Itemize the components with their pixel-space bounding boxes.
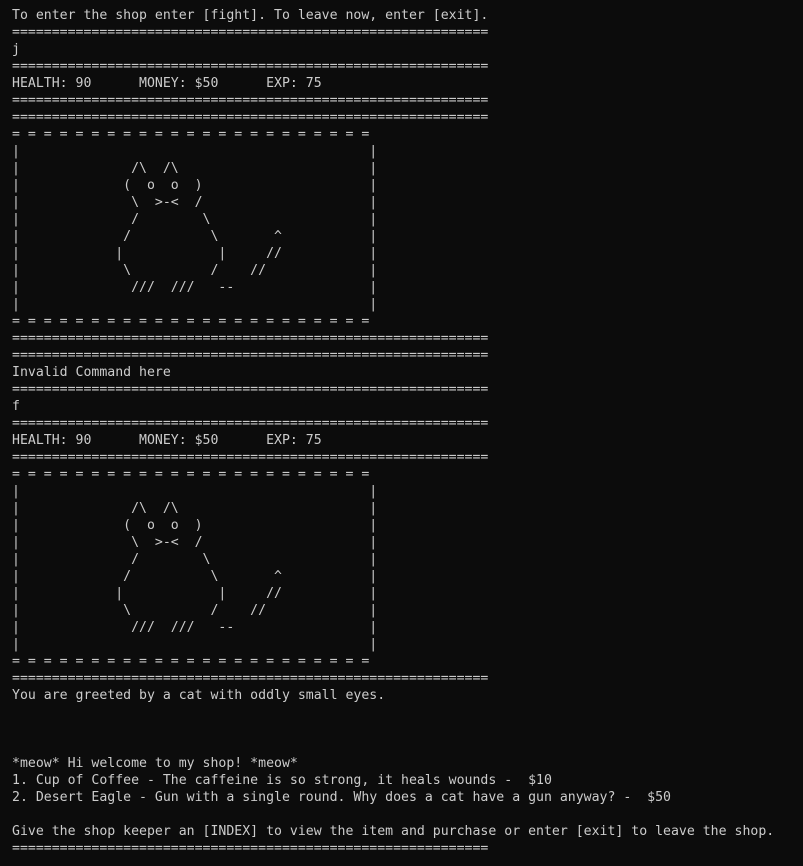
user-input-line: j bbox=[12, 42, 20, 57]
divider: ========================================… bbox=[12, 331, 489, 346]
divider: ========================================… bbox=[12, 93, 489, 108]
divider: ========================================… bbox=[12, 59, 489, 74]
divider: ========================================… bbox=[12, 382, 489, 397]
shop-instruction-prompt: Give the shop keeper an [INDEX] to view … bbox=[12, 824, 775, 839]
cat-art-border: = = = = = = = = = = = = = = = = = = = = … bbox=[12, 467, 370, 482]
cat-art-line: | \ >-< / | bbox=[12, 535, 378, 550]
divider: ========================================… bbox=[12, 348, 489, 363]
cat-art-line: | / \ ^ | bbox=[12, 569, 378, 584]
cat-art-border: = = = = = = = = = = = = = = = = = = = = … bbox=[12, 654, 370, 669]
shopkeeper-greeting: *meow* Hi welcome to my shop! *meow* bbox=[12, 756, 298, 771]
status-line: HEALTH: 90 MONEY: $50 EXP: 75 bbox=[12, 433, 322, 448]
divider: ========================================… bbox=[12, 671, 489, 686]
cat-art-line: | /\ /\ | bbox=[12, 161, 378, 176]
cat-art-line: | \ / // | bbox=[12, 263, 378, 278]
error-message: Invalid Command here bbox=[12, 365, 171, 380]
terminal-window[interactable]: To enter the shop enter [fight]. To leav… bbox=[0, 0, 803, 866]
cat-art-line: | / \ | bbox=[12, 552, 378, 567]
divider: ========================================… bbox=[12, 110, 489, 125]
cat-art-line: | | | // | bbox=[12, 246, 378, 261]
cat-art-line: | | bbox=[12, 637, 378, 652]
shop-item-1: 1. Cup of Coffee - The caffeine is so st… bbox=[12, 773, 552, 788]
shop-intro-prompt: To enter the shop enter [fight]. To leav… bbox=[12, 8, 489, 23]
cat-art-line: | \ >-< / | bbox=[12, 195, 378, 210]
cat-art-line: | ( o o ) | bbox=[12, 178, 378, 193]
cat-art-line: | | bbox=[12, 144, 378, 159]
divider: ========================================… bbox=[12, 841, 489, 856]
cat-art-line: | / \ | bbox=[12, 212, 378, 227]
cat-art-line: | /\ /\ | bbox=[12, 501, 378, 516]
cat-art-border: = = = = = = = = = = = = = = = = = = = = … bbox=[12, 127, 370, 142]
user-input-line: f bbox=[12, 399, 20, 414]
divider: ========================================… bbox=[12, 450, 489, 465]
cat-art-line: | / \ ^ | bbox=[12, 229, 378, 244]
cat-art-line: | | bbox=[12, 297, 378, 312]
cat-art-line: | ( o o ) | bbox=[12, 518, 378, 533]
shop-item-2: 2. Desert Eagle - Gun with a single roun… bbox=[12, 790, 671, 805]
status-line: HEALTH: 90 MONEY: $50 EXP: 75 bbox=[12, 76, 322, 91]
cat-art-line: | | | // | bbox=[12, 586, 378, 601]
cat-art-line: | /// /// -- | bbox=[12, 280, 378, 295]
cat-art-line: | /// /// -- | bbox=[12, 620, 378, 635]
narration-line: You are greeted by a cat with oddly smal… bbox=[12, 688, 386, 703]
divider: ========================================… bbox=[12, 25, 489, 40]
divider: ========================================… bbox=[12, 416, 489, 431]
cat-art-border: = = = = = = = = = = = = = = = = = = = = … bbox=[12, 314, 370, 329]
cat-art-line: | | bbox=[12, 484, 378, 499]
cat-art-line: | \ / // | bbox=[12, 603, 378, 618]
